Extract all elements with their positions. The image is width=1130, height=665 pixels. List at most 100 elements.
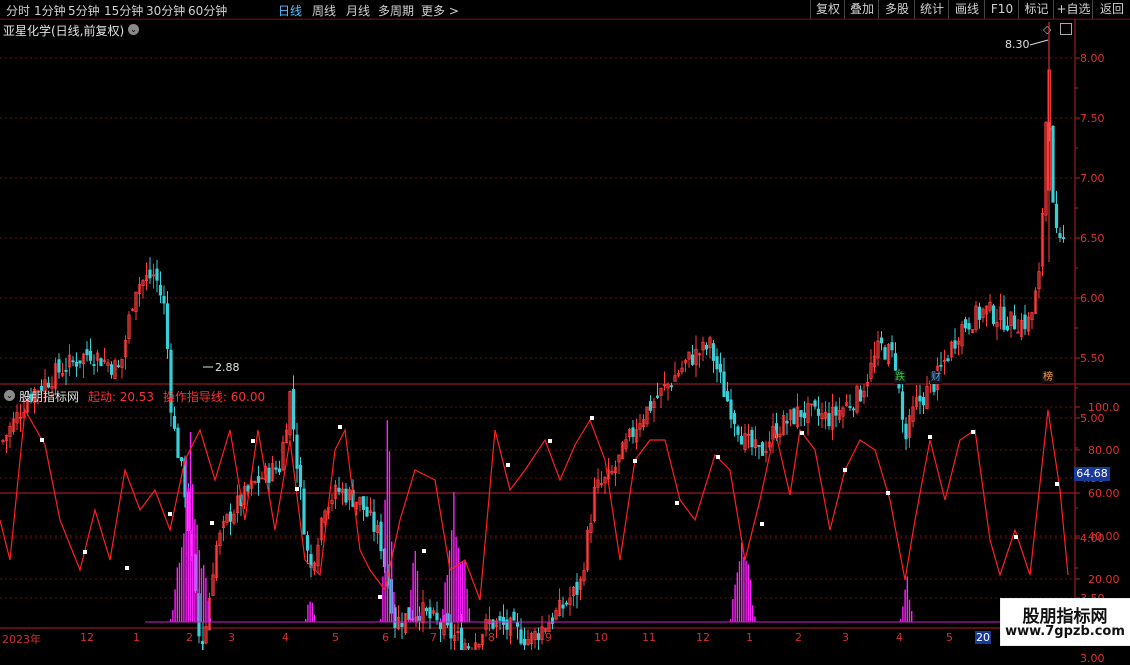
candle-body	[365, 506, 369, 517]
indicator-bar	[906, 576, 908, 622]
indicator-bar	[743, 556, 745, 622]
candle-body	[977, 306, 982, 320]
event-badge[interactable]: 榜	[1042, 371, 1054, 384]
candle-body	[536, 633, 541, 641]
candle-body	[148, 269, 152, 279]
indicator-marker	[83, 550, 87, 554]
candle-body	[883, 347, 887, 360]
candle-body	[750, 429, 754, 448]
indicator-bar	[736, 572, 738, 622]
indicator-bar	[181, 547, 183, 622]
time-tick-label: 20	[975, 631, 991, 644]
indicator-bar	[189, 431, 192, 622]
indicator-marker	[760, 522, 764, 526]
indicator-marker	[210, 521, 214, 525]
indicator-bar	[388, 451, 391, 622]
indicator-bar	[185, 457, 187, 622]
candle-body	[155, 268, 159, 281]
candle-body	[1016, 331, 1020, 334]
candle-body	[1061, 237, 1066, 239]
indicator-bar	[732, 599, 734, 622]
indicator-bar	[198, 550, 200, 622]
indicator-bar	[902, 606, 904, 622]
time-tick-label: 5	[946, 631, 953, 644]
high-price-label: 8.30	[1005, 38, 1030, 51]
time-tick-label: 12	[80, 631, 94, 644]
indicator-marker	[338, 425, 342, 429]
candle-body	[78, 360, 82, 364]
candle-body	[498, 616, 502, 621]
candle-body	[256, 476, 261, 483]
candle-body	[848, 406, 852, 408]
candle-body	[438, 622, 443, 630]
price-tick-label: 7.00	[1080, 172, 1105, 185]
candle-body	[337, 487, 341, 492]
candle-body	[424, 608, 429, 612]
time-tick-label: 3	[228, 631, 235, 644]
indicator-tick-label: 60.00	[1088, 487, 1120, 500]
indicator-chevron-icon[interactable]: ⌄	[4, 390, 15, 401]
indicator-marker	[590, 416, 594, 420]
time-tick-label: 1	[746, 631, 753, 644]
indicator-bar	[382, 576, 384, 622]
candle-body	[74, 361, 79, 367]
candle-body	[561, 604, 565, 609]
event-badge[interactable]: 财	[930, 371, 942, 384]
candle-body	[179, 457, 184, 462]
candle-body	[515, 622, 520, 627]
indicator-bar	[313, 614, 316, 622]
candle-body	[1012, 315, 1017, 330]
indicator-bar	[738, 561, 741, 622]
indicator-bar	[464, 561, 466, 622]
candle-body	[99, 358, 103, 367]
indicator-current-value: 64.68	[1074, 467, 1110, 481]
candle-body	[172, 416, 177, 429]
indicator-bar	[462, 561, 464, 622]
indicator-bar	[911, 611, 913, 622]
indicator-bar	[468, 608, 470, 622]
candle-body	[295, 434, 299, 469]
candle-body	[46, 382, 51, 388]
candle-body	[655, 395, 660, 398]
indicator-bar	[183, 533, 185, 622]
indicator-marker	[378, 595, 382, 599]
candle-body	[802, 412, 807, 419]
candle-body	[816, 408, 821, 416]
indicator-bar	[444, 582, 446, 622]
indicator-bar	[386, 420, 388, 622]
time-tick-label: 4	[282, 631, 289, 644]
candle-body	[991, 305, 996, 325]
candle-body	[890, 342, 894, 351]
time-tick-label: 12	[696, 631, 710, 644]
candle-body	[879, 337, 884, 344]
high-arrow	[1029, 39, 1049, 46]
candle-body	[71, 360, 75, 363]
candle-body	[459, 627, 464, 650]
candle-body	[963, 319, 968, 329]
candle-body	[449, 622, 453, 639]
indicator-tick-label: 40.00	[1088, 530, 1120, 543]
indicator-bar	[459, 563, 462, 622]
indicator-bar	[412, 562, 414, 622]
indicator-marker	[675, 501, 679, 505]
candle-body	[736, 426, 740, 435]
indicator-bar	[172, 609, 174, 622]
candle-body	[372, 511, 376, 532]
indicator-line	[0, 408, 1069, 601]
candle-body	[1005, 325, 1010, 331]
candle-body	[64, 369, 68, 372]
candle-body	[519, 629, 523, 644]
indicator-bar	[754, 616, 756, 622]
candle-body	[792, 408, 796, 425]
candle-body	[379, 521, 383, 552]
low-price-label: 2.88	[215, 361, 240, 374]
indicator-bar	[203, 565, 205, 622]
time-tick-label: 11	[642, 631, 656, 644]
event-badge[interactable]: 跌	[894, 371, 906, 384]
indicator-marker	[928, 435, 932, 439]
indicator-marker	[125, 566, 129, 570]
candle-body	[575, 581, 579, 595]
candle-body	[851, 408, 856, 411]
candle-body	[904, 423, 908, 440]
indicator-marker	[971, 430, 975, 434]
